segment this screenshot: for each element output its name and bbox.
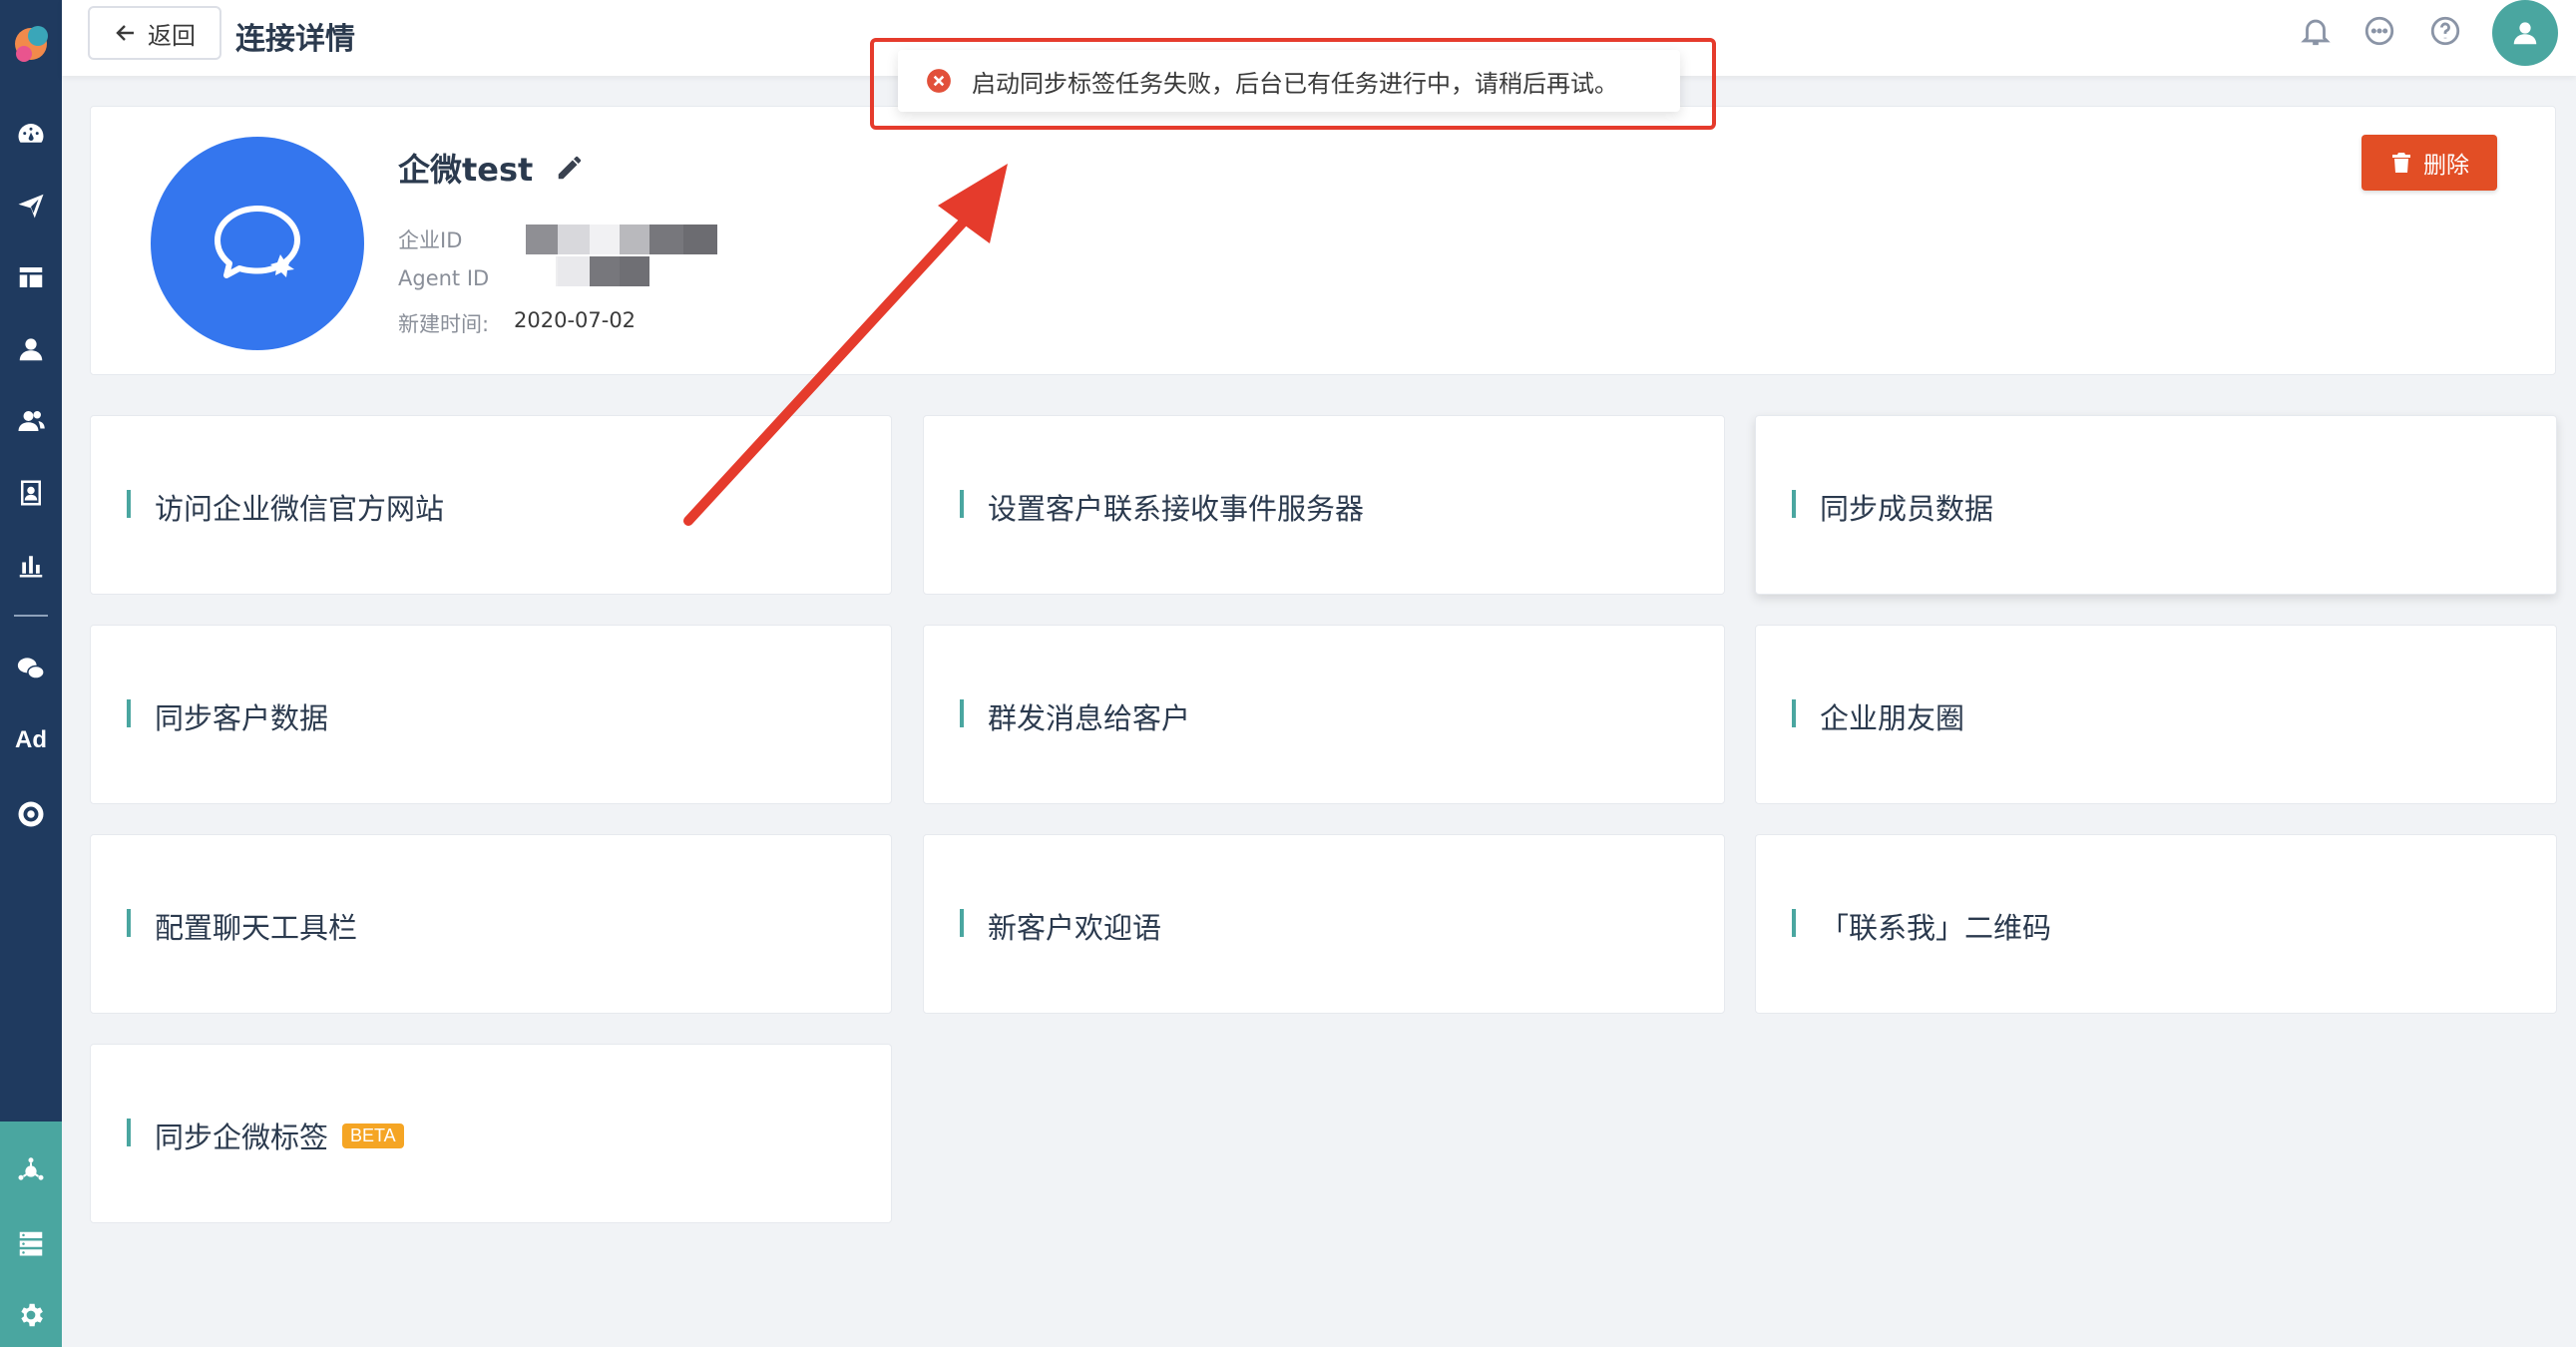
send-icon[interactable] [0,178,62,233]
feature-card-label: 「联系我」二维码 [1820,911,2052,945]
back-button[interactable]: 返回 [88,6,221,60]
card-accent-bar [1792,699,1796,727]
card-accent-bar [127,1119,131,1146]
feature-card-event-server[interactable]: 设置客户联系接收事件服务器 [923,415,1725,595]
card-accent-bar [1792,909,1796,937]
beta-badge: BETA [342,1122,404,1148]
sidebar-divider [14,615,48,617]
created-time-value: 2020-07-02 [514,308,637,332]
connection-name: 企微test [398,145,585,191]
back-button-label: 返回 [148,21,196,50]
annotation-highlight-box [870,38,1716,130]
feature-card-moments[interactable]: 企业朋友圈 [1755,625,2557,804]
card-accent-bar [960,490,964,518]
feature-card-label: 配置聊天工具栏 [155,911,358,945]
feature-card-label: 群发消息给客户 [988,701,1191,735]
card-accent-bar [127,490,131,518]
corp-id-label: 企业ID [398,228,463,252]
feature-card-sync-tags[interactable]: 同步企微标签 BETA [90,1044,892,1223]
wechat-icon[interactable] [0,641,62,696]
bar-chart-icon[interactable] [0,537,62,593]
feature-card-visit-wecom-site[interactable]: 访问企业微信官方网站 [90,415,892,595]
user-icon [2513,22,2537,45]
settings-icon[interactable] [0,1287,62,1343]
card-accent-bar [127,909,131,937]
contact-card-icon[interactable] [0,465,62,521]
chat-icon[interactable] [2362,14,2396,48]
card-accent-bar [1792,490,1796,518]
created-time-label: 新建时间: [398,312,490,336]
delete-button-label: 删除 [2423,153,2469,179]
delete-button[interactable]: 删除 [2361,135,2497,191]
users-icon[interactable] [0,393,62,449]
feature-card-label: 同步企微标签 [155,1121,329,1154]
feature-card-label: 同步成员数据 [1820,492,1994,526]
connection-name-text: 企微test [398,151,534,189]
feature-card-label: 访问企业微信官方网站 [155,492,445,526]
bell-icon[interactable] [2299,14,2333,48]
wecom-logo [151,137,364,350]
target-icon[interactable] [0,786,62,842]
app-logo[interactable] [8,14,54,70]
card-accent-bar [960,699,964,727]
sidebar-item-ad[interactable]: Ad [0,726,62,754]
integrations-icon[interactable] [0,1143,62,1199]
feature-card-chat-toolbar[interactable]: 配置聊天工具栏 [90,834,892,1014]
agent-id-label: Agent ID [398,266,490,290]
feature-card-contact-me-qrcode[interactable]: 「联系我」二维码 [1755,834,2557,1014]
feature-card-label: 同步客户数据 [155,701,329,735]
wecom-chat-icon [215,206,300,278]
card-accent-bar [127,699,131,727]
page-title: 连接详情 [235,22,355,57]
user-icon[interactable] [0,321,62,377]
connection-profile-card: 企微test 企业ID Agent ID 新建时间: 2020-07-02 删除 [90,106,2556,375]
trash-icon [2392,153,2410,173]
sidebar: Ad [0,0,62,1347]
server-icon[interactable] [0,1215,62,1271]
feature-card-label: 企业朋友圈 [1820,701,1965,735]
help-icon[interactable] [2428,14,2462,48]
user-avatar[interactable] [2492,0,2558,66]
card-accent-bar [960,909,964,937]
dashboard-icon[interactable] [0,106,62,162]
feature-card-sync-customers[interactable]: 同步客户数据 [90,625,892,804]
feature-card-label: 新客户欢迎语 [988,911,1162,945]
feature-card-sync-members[interactable]: 同步成员数据 [1755,415,2557,595]
feature-card-welcome-message[interactable]: 新客户欢迎语 [923,834,1725,1014]
feature-card-broadcast[interactable]: 群发消息给客户 [923,625,1725,804]
arrow-left-icon [116,25,134,41]
layout-icon[interactable] [0,249,62,305]
sidebar-bottom-panel [0,1122,62,1347]
edit-pencil-icon[interactable] [555,153,585,183]
feature-card-label: 设置客户联系接收事件服务器 [988,492,1365,526]
